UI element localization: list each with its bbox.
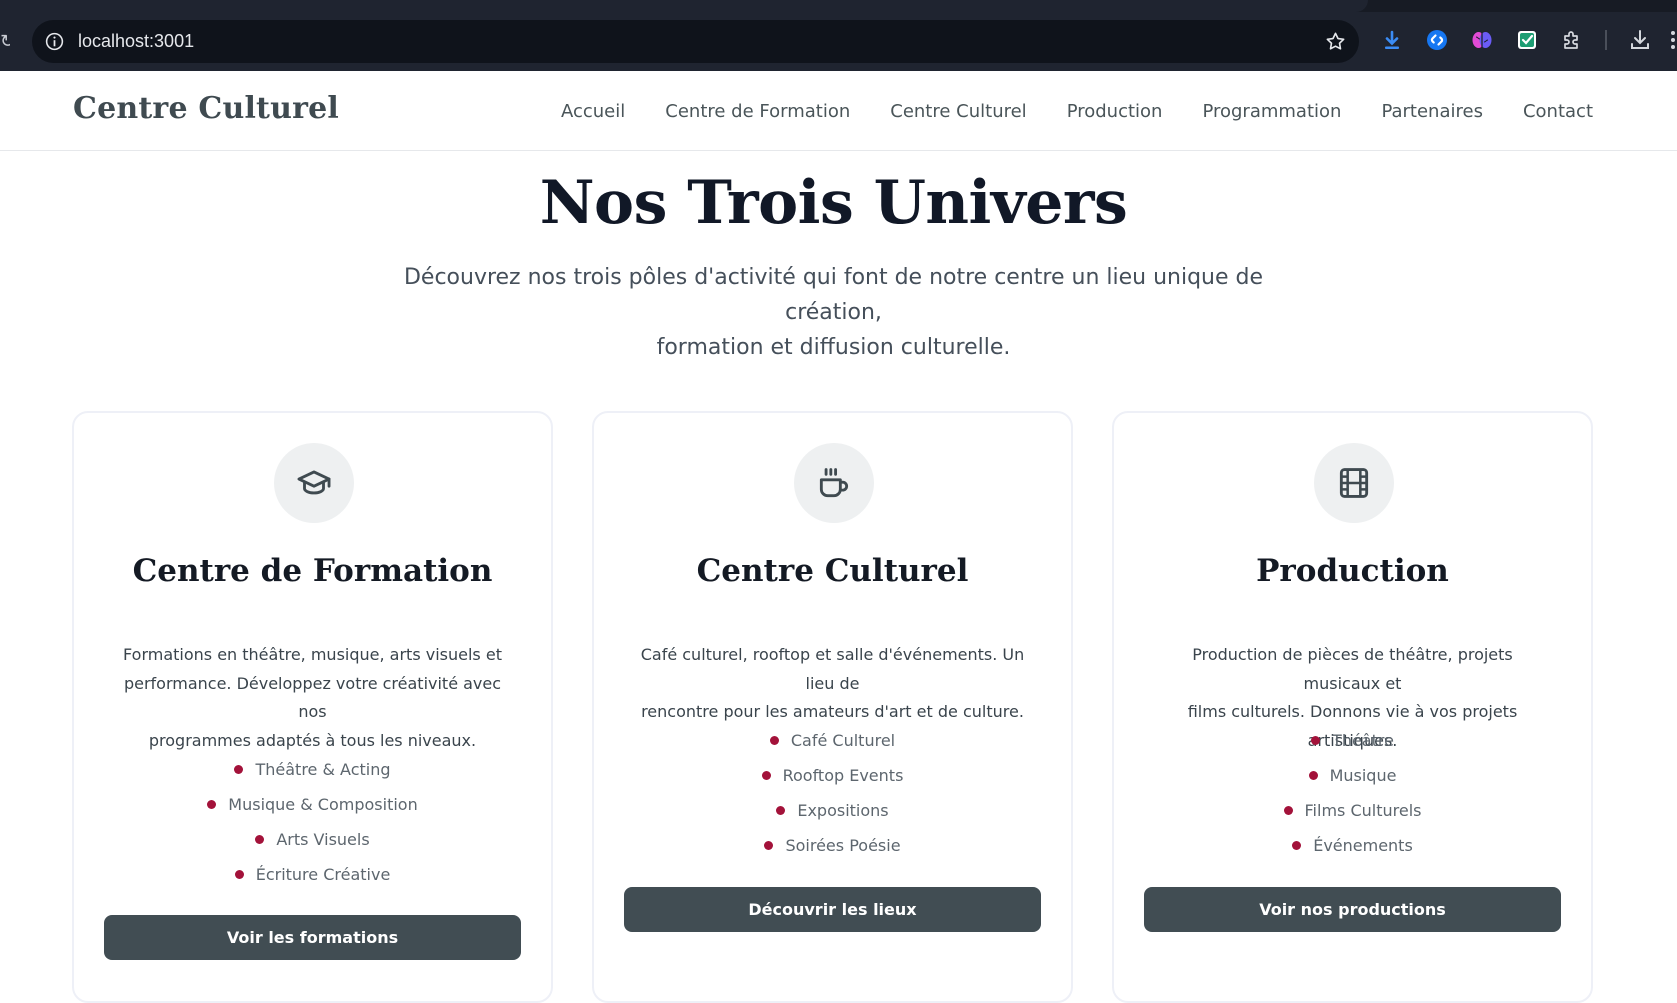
list-item-label: Écriture Créative <box>255 865 391 884</box>
card-feature-list: Théâtre Musique Films Culturels Événemen… <box>1114 723 1591 863</box>
star-icon[interactable] <box>1324 30 1347 53</box>
card-centre-culturel: Centre Culturel Café culturel, rooftop e… <box>592 411 1073 1003</box>
card-description: Café culturel, rooftop et salle d'événem… <box>634 641 1031 727</box>
download-arrow-icon[interactable] <box>1380 28 1404 52</box>
nav-centre-culturel[interactable]: Centre Culturel <box>890 101 1026 122</box>
list-item: Arts Visuels <box>74 822 551 857</box>
list-item: Films Culturels <box>1114 793 1591 828</box>
card-title: Centre Culturel <box>696 553 969 589</box>
shazam-icon[interactable] <box>1425 28 1449 52</box>
list-item: Rooftop Events <box>594 758 1071 793</box>
description-line: Formations en théâtre, musique, arts vis… <box>123 645 502 664</box>
main-nav: Accueil Centre de Formation Centre Cultu… <box>561 71 1593 151</box>
url-text[interactable]: localhost:3001 <box>78 20 194 63</box>
list-item-label: Théâtre & Acting <box>255 760 391 779</box>
list-item: Événements <box>1114 828 1591 863</box>
description-line: Production de pièces de théâtre, projets… <box>1192 645 1513 693</box>
list-item: Expositions <box>594 793 1071 828</box>
description-line: rencontre pour les amateurs d'art et de … <box>641 702 1024 721</box>
card-icon-circle <box>1314 443 1394 523</box>
bullet-dot <box>776 806 786 815</box>
bullet-dot <box>1311 736 1321 745</box>
bullet-dot <box>764 841 774 850</box>
list-item: Soirées Poésie <box>594 828 1071 863</box>
card-icon-circle <box>274 443 354 523</box>
card-feature-list: Théâtre & Acting Musique & Composition A… <box>74 752 551 892</box>
menu-icon[interactable] <box>1668 28 1677 52</box>
section-title: Nos Trois Univers <box>539 168 1128 238</box>
nav-contact[interactable]: Contact <box>1523 101 1593 122</box>
bullet-dot <box>1308 771 1318 780</box>
card-feature-list: Café Culturel Rooftop Events Expositions… <box>594 723 1071 863</box>
active-tab-edge <box>0 0 1368 12</box>
list-item: Écriture Créative <box>74 857 551 892</box>
browser-chrome: ↻ localhost:3001 <box>0 0 1677 71</box>
list-item-label: Musique & Composition <box>228 795 418 814</box>
site-header: Centre Culturel Accueil Centre de Format… <box>0 71 1677 151</box>
downloads-icon[interactable] <box>1628 28 1652 52</box>
card-description: Formations en théâtre, musique, arts vis… <box>114 641 511 755</box>
reload-icon[interactable]: ↻ <box>0 30 10 52</box>
list-item: Théâtre & Acting <box>74 752 551 787</box>
list-item: Musique <box>1114 758 1591 793</box>
list-item-label: Arts Visuels <box>276 830 370 849</box>
film-icon <box>1339 468 1369 498</box>
subtitle-line: Découvrez nos trois pôles d'activité qui… <box>403 265 1264 325</box>
bullet-dot <box>761 771 771 780</box>
list-item-label: Café Culturel <box>790 731 896 750</box>
nav-accueil[interactable]: Accueil <box>561 101 625 122</box>
voir-nos-productions-button[interactable]: Voir nos productions <box>1144 887 1561 932</box>
decouvrir-les-lieux-button[interactable]: Découvrir les lieux <box>624 887 1041 932</box>
description-line: programmes adaptés à tous les niveaux. <box>148 730 477 750</box>
list-item: Musique & Composition <box>74 787 551 822</box>
bullet-dot <box>1283 806 1293 815</box>
card-icon-circle <box>794 443 874 523</box>
section-subtitle: Découvrez nos trois pôles d'activité qui… <box>370 260 1297 365</box>
toolbar-divider <box>1605 30 1607 50</box>
list-item-label: Films Culturels <box>1304 801 1422 820</box>
bullet-dot <box>234 765 244 774</box>
bullet-dot <box>234 870 244 879</box>
list-item-label: Théâtre <box>1332 731 1394 750</box>
list-item-label: Expositions <box>797 801 889 820</box>
voir-les-formations-button[interactable]: Voir les formations <box>104 915 521 960</box>
list-item: Théâtre <box>1114 723 1591 758</box>
nav-centre-de-formation[interactable]: Centre de Formation <box>665 101 850 122</box>
card-centre-de-formation: Centre de Formation Formations en théâtr… <box>72 411 553 1003</box>
address-bar[interactable]: localhost:3001 <box>32 20 1359 63</box>
subtitle-line: formation et diffusion culturelle. <box>656 335 1011 360</box>
nav-partenaires[interactable]: Partenaires <box>1381 101 1483 122</box>
graduation-cap-icon <box>297 470 331 495</box>
nav-programmation[interactable]: Programmation <box>1202 101 1341 122</box>
checkbox-icon[interactable] <box>1515 28 1539 52</box>
description-line: Café culturel, rooftop et salle d'événem… <box>640 645 1025 693</box>
bullet-dot <box>1292 841 1302 850</box>
card-title: Centre de Formation <box>132 553 493 589</box>
info-icon[interactable] <box>44 31 65 52</box>
bullet-dot <box>207 800 217 809</box>
list-item: Café Culturel <box>594 723 1071 758</box>
list-item-label: Rooftop Events <box>782 766 904 785</box>
card-production: Production Production de pièces de théât… <box>1112 411 1593 1003</box>
tab-strip <box>0 0 1677 12</box>
list-item-label: Événements <box>1313 836 1413 855</box>
list-item-label: Musique <box>1329 766 1397 785</box>
card-title: Production <box>1256 553 1449 589</box>
bullet-dot <box>255 835 265 844</box>
puzzle-icon[interactable] <box>1560 28 1584 52</box>
nav-production[interactable]: Production <box>1067 101 1163 122</box>
bullet-dot <box>769 736 779 745</box>
description-line: performance. Développez votre créativité… <box>123 673 502 722</box>
site-logo[interactable]: Centre Culturel <box>73 91 339 126</box>
brain-icon[interactable] <box>1470 28 1494 52</box>
list-item-label: Soirées Poésie <box>785 836 901 855</box>
coffee-cup-icon <box>819 468 849 498</box>
